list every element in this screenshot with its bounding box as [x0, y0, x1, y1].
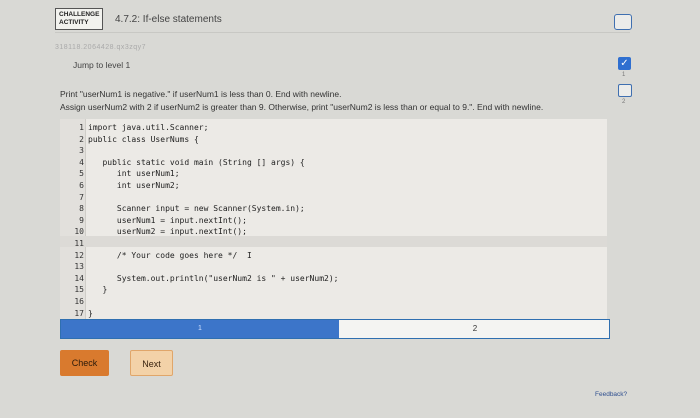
level-1-label: 1: [622, 72, 626, 78]
code-line[interactable]: 1 import java.util.Scanner;: [60, 122, 607, 133]
code-text: }: [88, 308, 93, 318]
line-number: 15: [74, 285, 84, 295]
line-number: 5: [79, 169, 84, 179]
code-text: }: [88, 285, 108, 295]
code-line[interactable]: 2 public class UserNums {: [60, 134, 607, 145]
code-line[interactable]: 13: [60, 261, 607, 272]
code-line[interactable]: 15 }: [60, 284, 607, 295]
level-progress-bar: 1 2: [60, 319, 610, 339]
code-text: Scanner input = new Scanner(System.in);: [88, 204, 305, 214]
badge-line2: ACTIVITY: [59, 19, 89, 26]
code-text: int userNum1;: [88, 169, 180, 179]
code-text: userNum1 = input.nextInt();: [88, 215, 247, 225]
code-line[interactable]: 12 /* Your code goes here */ I: [60, 250, 607, 261]
code-text: userNum2 = input.nextInt();: [88, 227, 247, 237]
code-text: int userNum2;: [88, 181, 180, 190]
line-number: 16: [74, 297, 84, 306]
feedback-link[interactable]: Feedback?: [595, 391, 627, 398]
code-line[interactable]: 3: [60, 145, 607, 156]
code-line[interactable]: 11: [60, 238, 607, 249]
code-text: public class UserNums {: [88, 134, 199, 144]
code-line[interactable]: 4 public static void main (String [] arg…: [60, 157, 607, 168]
badge-line1: CHALLENGE: [59, 11, 100, 18]
level-2-square-icon[interactable]: [618, 84, 632, 97]
instruction-line-1: Print "userNum1 is negative." if userNum…: [60, 89, 342, 99]
next-button[interactable]: Next: [130, 350, 173, 376]
progress-segment-2: 2: [472, 324, 478, 333]
instruction-line-2: Assign userNum2 with 2 if userNum2 is gr…: [60, 102, 544, 112]
code-text: import java.util.Scanner;: [88, 123, 209, 132]
level-1-check-icon[interactable]: ✓: [618, 57, 631, 70]
line-number: 12: [74, 250, 84, 260]
code-line[interactable]: 17}: [60, 308, 607, 319]
completion-square-icon: [614, 14, 632, 30]
activity-header: CHALLENGE ACTIVITY 4.7.2: If-else statem…: [55, 8, 630, 33]
activity-title: 4.7.2: If-else statements: [115, 14, 222, 25]
code-text: System.out.println("userNum2 is " + user…: [88, 273, 339, 283]
line-number: 13: [74, 262, 84, 272]
line-number: 7: [79, 192, 84, 202]
activity-id: 318118.2064428.qx3zqy7: [55, 44, 147, 51]
code-line[interactable]: 14 System.out.println("userNum2 is " + u…: [60, 273, 607, 284]
jump-to-level-link[interactable]: Jump to level 1: [73, 60, 130, 70]
code-line[interactable]: 8 Scanner input = new Scanner(System.in)…: [60, 203, 607, 214]
line-number: 6: [79, 181, 84, 190]
code-editor[interactable]: 1 import java.util.Scanner; 2 public class …: [60, 119, 607, 319]
code-line[interactable]: 10 userNum2 = input.nextInt();: [60, 226, 607, 237]
code-text: /* Your code goes here */ I: [88, 250, 252, 260]
code-line[interactable]: 16: [60, 296, 607, 307]
line-number: 17: [74, 308, 84, 318]
line-number: 10: [74, 227, 84, 237]
code-line[interactable]: 7: [60, 192, 607, 203]
line-number: 3: [79, 146, 84, 156]
level-2-label: 2: [622, 99, 626, 105]
line-number: 1: [79, 123, 84, 132]
progress-segment-1: 1: [61, 320, 339, 338]
line-number: 4: [79, 157, 84, 167]
code-line[interactable]: 5 int userNum1;: [60, 168, 607, 179]
line-number: 2: [79, 134, 84, 144]
line-number: 14: [74, 273, 84, 283]
check-button[interactable]: Check: [60, 350, 109, 376]
code-line[interactable]: 6 int userNum2;: [60, 180, 607, 191]
challenge-badge: CHALLENGE ACTIVITY: [55, 8, 103, 30]
code-line[interactable]: 9 userNum1 = input.nextInt();: [60, 215, 607, 226]
line-number: 9: [79, 215, 84, 225]
line-number: 11: [74, 239, 84, 248]
line-number: 8: [79, 204, 84, 214]
code-text: public static void main (String [] args)…: [88, 157, 305, 167]
